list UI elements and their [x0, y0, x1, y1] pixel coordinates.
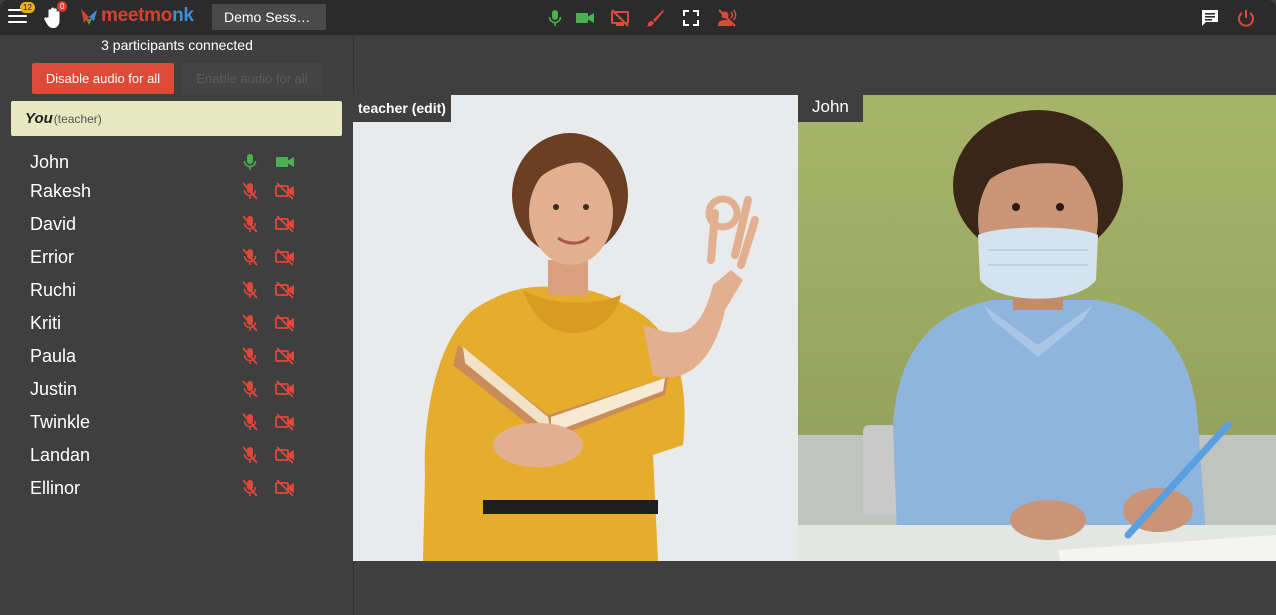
camera-off-icon[interactable] — [275, 313, 295, 333]
student-video-image — [798, 95, 1276, 561]
participant-name: David — [30, 214, 77, 234]
student-video-label: John — [798, 95, 863, 122]
participant-name: Twinkle — [30, 412, 91, 432]
fullscreen-icon[interactable] — [681, 8, 701, 28]
meetmonk-app: 12 0 meetmonk Demo Sess… 3 participants … — [0, 0, 1276, 615]
participant-name: John — [30, 152, 70, 172]
camera-off-icon[interactable] — [275, 445, 295, 465]
camera-off-icon[interactable] — [275, 181, 295, 201]
microphone-off-icon[interactable] — [240, 181, 260, 201]
camera-off-icon[interactable] — [275, 247, 295, 267]
teacher-video-image — [353, 95, 799, 561]
self-name: You — [25, 110, 53, 127]
enable-audio-all-button[interactable]: Enable audio for all — [182, 63, 322, 94]
participant-name: Paula — [30, 346, 77, 366]
participants-sidebar: 3 participants connected Disable audio f… — [0, 35, 354, 615]
participant-name: Rakesh — [30, 181, 92, 201]
participant-row: Landan — [0, 440, 354, 470]
voice-off-icon[interactable] — [717, 8, 737, 28]
participant-name: Ellinor — [30, 478, 81, 498]
teacher-video-tile: teacher (edit) — [353, 95, 799, 561]
logo-mark-icon — [81, 9, 97, 25]
participant-row: Paula — [0, 341, 354, 371]
participant-name: Ruchi — [30, 280, 77, 300]
self-role: (teacher) — [53, 111, 102, 126]
microphone-off-icon[interactable] — [240, 412, 260, 432]
participant-row: Errior — [0, 242, 354, 272]
video-stage: teacher (edit) John — [353, 35, 1276, 615]
menu-badge: 12 — [20, 2, 35, 13]
logo-text: meetmonk — [101, 5, 194, 26]
screen-share-off-icon[interactable] — [610, 8, 630, 28]
teacher-video-label[interactable]: teacher (edit) — [353, 95, 451, 122]
disable-audio-all-button[interactable]: Disable audio for all — [32, 63, 174, 94]
microphone-off-icon[interactable] — [240, 379, 260, 399]
camera-off-icon[interactable] — [275, 478, 295, 498]
brush-icon[interactable] — [645, 8, 665, 28]
participant-row: Kriti — [0, 308, 354, 338]
camera-icon[interactable] — [575, 8, 595, 28]
camera-off-icon[interactable] — [275, 280, 295, 300]
camera-off-icon[interactable] — [275, 412, 295, 432]
session-title[interactable]: Demo Sess… — [212, 4, 326, 30]
microphone-icon[interactable] — [240, 152, 260, 172]
participant-row: Ellinor — [0, 473, 354, 503]
microphone-icon[interactable] — [545, 8, 565, 28]
participant-name: Landan — [30, 445, 91, 465]
camera-off-icon[interactable] — [275, 214, 295, 234]
microphone-off-icon[interactable] — [240, 214, 260, 234]
self-participant: You (teacher) — [11, 101, 342, 136]
participant-row: David — [0, 209, 354, 239]
participant-row: Rakesh — [0, 176, 354, 206]
participant-row: Ruchi — [0, 275, 354, 305]
participant-name: Justin — [30, 379, 78, 399]
student-video-tile: John — [798, 95, 1276, 561]
participants-count: 3 participants connected — [101, 37, 253, 53]
participant-row: John — [0, 147, 354, 177]
chat-icon[interactable] — [1200, 8, 1220, 28]
participant-row: Twinkle — [0, 407, 354, 437]
participant-name: Kriti — [30, 313, 61, 333]
power-icon[interactable] — [1236, 8, 1256, 28]
microphone-off-icon[interactable] — [240, 313, 260, 333]
top-bar: 12 0 meetmonk Demo Sess… — [0, 0, 1276, 35]
raise-hand-badge: 0 — [57, 1, 68, 12]
microphone-off-icon[interactable] — [240, 478, 260, 498]
participant-row: Justin — [0, 374, 354, 404]
camera-off-icon[interactable] — [275, 379, 295, 399]
microphone-off-icon[interactable] — [240, 247, 260, 267]
camera-icon[interactable] — [275, 152, 295, 172]
microphone-off-icon[interactable] — [240, 445, 260, 465]
camera-off-icon[interactable] — [275, 346, 295, 366]
participant-name: Errior — [30, 247, 74, 267]
microphone-off-icon[interactable] — [240, 280, 260, 300]
microphone-off-icon[interactable] — [240, 346, 260, 366]
meetmonk-logo: meetmonk — [78, 5, 194, 27]
